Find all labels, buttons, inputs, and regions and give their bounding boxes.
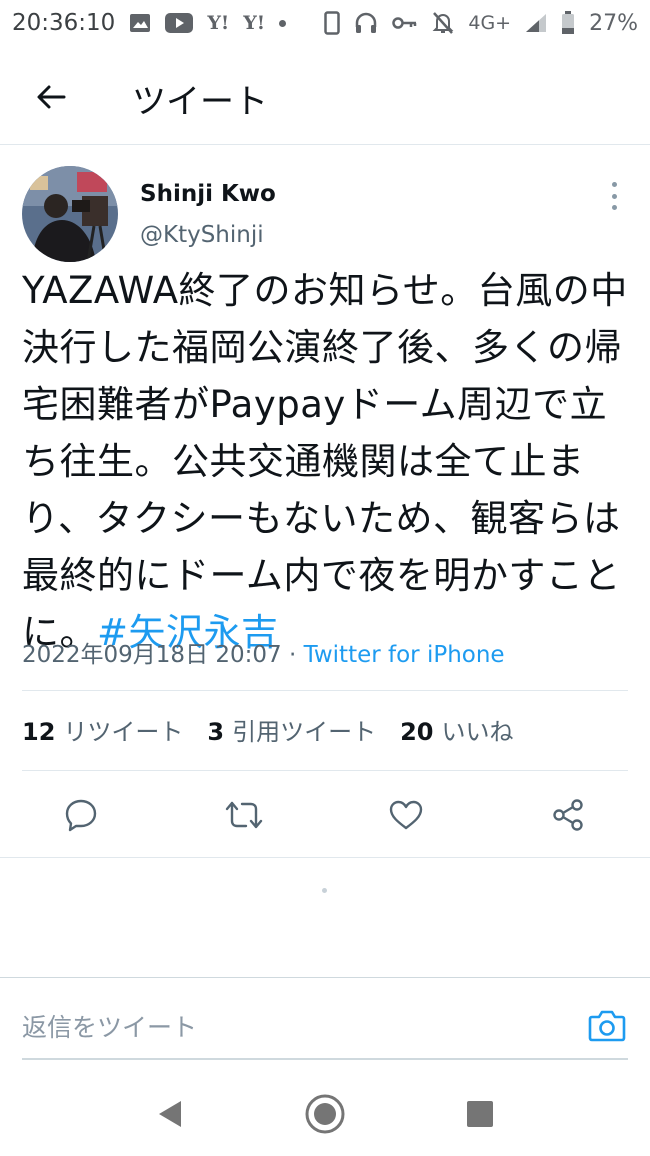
home-circle-icon[interactable] [303, 1092, 347, 1136]
retweet-icon[interactable] [220, 790, 268, 840]
signal-icon [525, 13, 547, 33]
camera-icon[interactable] [586, 1006, 628, 1044]
headset-icon [354, 12, 378, 34]
avatar[interactable] [22, 166, 118, 262]
app-bar: ツイート [0, 60, 650, 132]
system-nav-bar [0, 1070, 650, 1156]
more-options-icon[interactable] [604, 180, 624, 212]
key-icon [392, 16, 418, 30]
share-icon[interactable] [544, 790, 592, 840]
mute-icon [432, 11, 454, 35]
image-icon [129, 13, 151, 33]
quotes-count: 3 [207, 718, 225, 746]
quotes-stat[interactable]: 3 引用ツイート [207, 712, 376, 747]
tweet-body: YAZAWA終了のお知らせ。台風の中決行した福岡公演終了後、多くの帰宅困難者がP… [22, 269, 628, 654]
youtube-icon [165, 13, 194, 33]
battery-level: 27% [589, 10, 638, 36]
network-type: 4G+ [468, 12, 512, 34]
divider [22, 770, 628, 771]
status-bar-left: 20:36:10 Y! Y! [12, 10, 287, 36]
yahoo-icon: Y! [207, 12, 230, 34]
quotes-label: 引用ツイート [232, 718, 377, 746]
more-dot [611, 205, 617, 210]
battery-icon [561, 11, 575, 35]
status-time: 20:36:10 [12, 10, 116, 36]
retweets-stat[interactable]: 12 リツイート [22, 712, 183, 747]
tweet-timestamp[interactable]: 2022年09月18日 20:07 [22, 642, 282, 668]
more-dot [611, 182, 617, 187]
divider [0, 857, 650, 858]
likes-count: 20 [400, 718, 434, 746]
reply-icon[interactable] [57, 790, 105, 840]
app-bar-divider [0, 144, 650, 145]
tweet-source[interactable]: Twitter for iPhone [304, 642, 505, 668]
retweets-label: リツイート [63, 718, 184, 746]
tweet-meta: 2022年09月18日 20:07 · Twitter for iPhone [22, 635, 505, 669]
more-dot [611, 193, 617, 199]
tweet-actions [0, 790, 650, 840]
reply-input-underline [22, 1058, 628, 1060]
reply-area-divider [0, 977, 650, 978]
dot-icon [279, 19, 287, 27]
back-arrow-icon[interactable] [32, 78, 70, 116]
yahoo-icon: Y! [243, 12, 266, 34]
loading-dot [322, 888, 327, 893]
author-handle[interactable]: @KtyShinji [140, 222, 264, 248]
tweet-stats: 12 リツイート 3 引用ツイート 20 いいね [22, 712, 514, 747]
like-icon[interactable] [382, 790, 430, 840]
author-name[interactable]: Shinji Kwo [140, 181, 276, 207]
likes-label: いいね [441, 718, 514, 746]
likes-stat[interactable]: 20 いいね [400, 712, 513, 747]
phone-icon [324, 11, 341, 35]
reply-input[interactable]: 返信をツイート [22, 1008, 197, 1044]
status-bar-right: 4G+ 27% [324, 11, 638, 36]
retweets-count: 12 [22, 718, 56, 746]
divider [22, 690, 628, 691]
back-triangle-icon[interactable] [148, 1092, 192, 1136]
recents-square-icon[interactable] [458, 1092, 502, 1136]
status-bar: 20:36:10 Y! Y! 4G+ 27% [0, 0, 650, 46]
tweet-text: YAZAWA終了のお知らせ。台風の中決行した福岡公演終了後、多くの帰宅困難者がP… [22, 262, 634, 661]
page-title: ツイート [132, 82, 268, 122]
meta-separator: · [288, 642, 297, 668]
